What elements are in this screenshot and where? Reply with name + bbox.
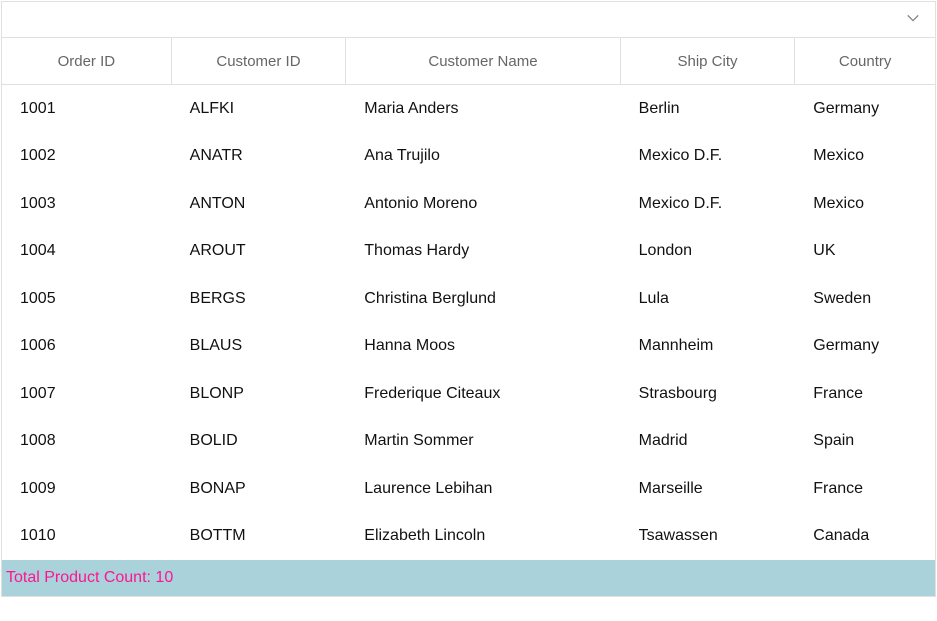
grid-footer: Total Product Count: 10 xyxy=(2,560,935,596)
cell-country: Spain xyxy=(795,418,935,466)
cell-country: Germany xyxy=(795,85,935,133)
cell-customerName: Antonio Moreno xyxy=(346,180,620,228)
cell-customerName: Laurence Lebihan xyxy=(346,465,620,513)
cell-shipCity: Tsawassen xyxy=(621,513,796,561)
filter-toggle-button[interactable] xyxy=(903,10,923,30)
cell-country: Sweden xyxy=(795,275,935,323)
cell-customerName: Maria Anders xyxy=(346,85,620,133)
cell-customerId: BOTTM xyxy=(172,513,347,561)
cell-shipCity: Mexico D.F. xyxy=(621,180,796,228)
cell-orderId: 1010 xyxy=(2,513,172,561)
cell-orderId: 1004 xyxy=(2,228,172,276)
column-header-shipCity[interactable]: Ship City xyxy=(621,38,796,84)
table-row[interactable]: 1006BLAUSHanna MoosMannheimGermany xyxy=(2,323,935,371)
cell-shipCity: Marseille xyxy=(621,465,796,513)
cell-customerName: Hanna Moos xyxy=(346,323,620,371)
cell-customerName: Frederique Citeaux xyxy=(346,370,620,418)
table-row[interactable]: 1001ALFKIMaria AndersBerlinGermany xyxy=(2,85,935,133)
cell-country: Mexico xyxy=(795,133,935,181)
column-header-customerName[interactable]: Customer Name xyxy=(346,38,620,84)
cell-orderId: 1007 xyxy=(2,370,172,418)
cell-customerId: ALFKI xyxy=(172,85,347,133)
grid-body: 1001ALFKIMaria AndersBerlinGermany1002AN… xyxy=(2,85,935,560)
chevron-down-icon xyxy=(906,11,920,30)
cell-customerId: ANTON xyxy=(172,180,347,228)
cell-customerId: BLONP xyxy=(172,370,347,418)
cell-country: Mexico xyxy=(795,180,935,228)
cell-customerId: BOLID xyxy=(172,418,347,466)
cell-orderId: 1001 xyxy=(2,85,172,133)
cell-orderId: 1005 xyxy=(2,275,172,323)
cell-orderId: 1009 xyxy=(2,465,172,513)
cell-shipCity: Strasbourg xyxy=(621,370,796,418)
cell-country: UK xyxy=(795,228,935,276)
cell-orderId: 1003 xyxy=(2,180,172,228)
data-grid: Order IDCustomer IDCustomer NameShip Cit… xyxy=(1,1,936,597)
column-header-row: Order IDCustomer IDCustomer NameShip Cit… xyxy=(2,38,935,85)
table-row[interactable]: 1005BERGSChristina BerglundLulaSweden xyxy=(2,275,935,323)
table-row[interactable]: 1003ANTONAntonio MorenoMexico D.F.Mexico xyxy=(2,180,935,228)
cell-country: Germany xyxy=(795,323,935,371)
table-row[interactable]: 1007BLONPFrederique CiteauxStrasbourgFra… xyxy=(2,370,935,418)
cell-customerName: Martin Sommer xyxy=(346,418,620,466)
cell-customerName: Ana Trujilo xyxy=(346,133,620,181)
cell-country: France xyxy=(795,370,935,418)
cell-customerName: Thomas Hardy xyxy=(346,228,620,276)
cell-country: Canada xyxy=(795,513,935,561)
cell-orderId: 1008 xyxy=(2,418,172,466)
cell-orderId: 1002 xyxy=(2,133,172,181)
cell-customerId: ANATR xyxy=(172,133,347,181)
cell-customerId: BERGS xyxy=(172,275,347,323)
column-header-customerId[interactable]: Customer ID xyxy=(172,38,347,84)
cell-orderId: 1006 xyxy=(2,323,172,371)
table-row[interactable]: 1008BOLIDMartin SommerMadridSpain xyxy=(2,418,935,466)
cell-shipCity: Lula xyxy=(621,275,796,323)
footer-text: Total Product Count: 10 xyxy=(6,569,173,587)
cell-customerId: BONAP xyxy=(172,465,347,513)
cell-customerId: AROUT xyxy=(172,228,347,276)
column-header-country[interactable]: Country xyxy=(795,38,935,84)
table-row[interactable]: 1009BONAPLaurence LebihanMarseilleFrance xyxy=(2,465,935,513)
cell-shipCity: Mexico D.F. xyxy=(621,133,796,181)
table-row[interactable]: 1004AROUTThomas HardyLondonUK xyxy=(2,228,935,276)
cell-customerName: Christina Berglund xyxy=(346,275,620,323)
cell-shipCity: London xyxy=(621,228,796,276)
table-row[interactable]: 1010BOTTMElizabeth LincolnTsawassenCanad… xyxy=(2,513,935,561)
cell-customerId: BLAUS xyxy=(172,323,347,371)
cell-shipCity: Berlin xyxy=(621,85,796,133)
cell-country: France xyxy=(795,465,935,513)
cell-shipCity: Mannheim xyxy=(621,323,796,371)
grid-top-bar xyxy=(2,2,935,38)
column-header-orderId[interactable]: Order ID xyxy=(2,38,172,84)
cell-customerName: Elizabeth Lincoln xyxy=(346,513,620,561)
cell-shipCity: Madrid xyxy=(621,418,796,466)
table-row[interactable]: 1002ANATRAna TrujiloMexico D.F.Mexico xyxy=(2,133,935,181)
